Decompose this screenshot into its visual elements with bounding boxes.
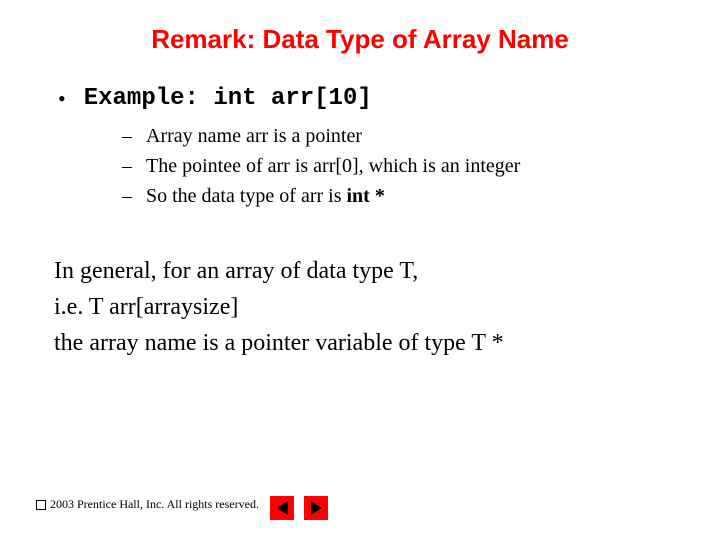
triangle-left-icon <box>277 501 288 515</box>
triangle-right-icon <box>311 501 322 515</box>
sub-bullet-1: – Array name arr is a pointer <box>122 121 666 151</box>
para-line-2: i.e. T arr[arraysize] <box>54 289 666 325</box>
bullet-dot: • <box>58 85 66 113</box>
general-paragraph: In general, for an array of data type T,… <box>54 253 666 361</box>
next-button[interactable] <box>304 496 328 520</box>
content-area: • Example: int arr[10] – Array name arr … <box>0 55 720 361</box>
bullet-text: Example: int arr[10] <box>84 85 372 113</box>
slide: Remark: Data Type of Array Name • Exampl… <box>0 0 720 540</box>
dash-icon: – <box>122 121 132 151</box>
slide-title: Remark: Data Type of Array Name <box>0 0 720 55</box>
para-line-1: In general, for an array of data type T, <box>54 253 666 289</box>
dash-icon: – <box>122 151 132 181</box>
sub-bullet-3: – So the data type of arr is int * <box>122 181 666 211</box>
sub-text-plain: So the data type of arr is <box>146 185 347 207</box>
prev-button[interactable] <box>270 496 294 520</box>
sub-bullets: – Array name arr is a pointer – The poin… <box>122 121 666 211</box>
sub-text: So the data type of arr is int * <box>146 181 385 211</box>
copyright-text: 2003 Prentice Hall, Inc. All rights rese… <box>50 497 259 512</box>
sub-text-bold: int * <box>347 185 385 207</box>
sub-bullet-2: – The pointee of arr is arr[0], which is… <box>122 151 666 181</box>
copyright-footer: 2003 Prentice Hall, Inc. All rights rese… <box>36 497 259 512</box>
sub-text: The pointee of arr is arr[0], which is a… <box>146 151 520 181</box>
dash-icon: – <box>122 181 132 211</box>
nav-controls <box>270 496 328 520</box>
para-line-3: the array name is a pointer variable of … <box>54 325 666 361</box>
sub-text: Array name arr is a pointer <box>146 121 362 151</box>
bullet-level1: • Example: int arr[10] <box>54 85 666 113</box>
copyright-icon <box>36 500 46 510</box>
